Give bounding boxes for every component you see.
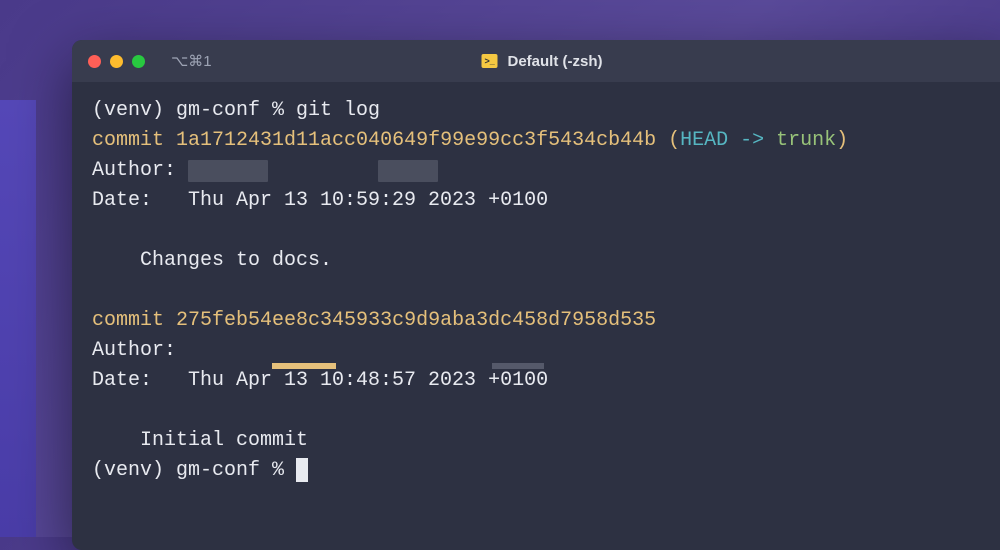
commit-message: Changes to docs. (140, 249, 332, 272)
terminal-icon: >_ (482, 54, 498, 68)
ref-close: ) (836, 129, 848, 152)
command-text: git log (296, 99, 380, 122)
message-indent (92, 429, 140, 452)
author-label: Author: (92, 339, 176, 362)
shell-prompt: (venv) gm-conf % (92, 459, 296, 482)
redaction-highlight (492, 363, 544, 369)
close-button[interactable] (88, 55, 101, 68)
window-title-text: Default (-zsh) (508, 53, 603, 70)
tab-shortcut-label: ⌥⌘1 (171, 52, 212, 70)
author-label: Author: (92, 159, 188, 182)
ref-open: ( (656, 129, 680, 152)
window-titlebar[interactable]: ⌥⌘1 >_ Default (-zsh) (72, 40, 1000, 82)
date-value: Thu Apr 13 10:48:57 2023 +0100 (188, 369, 548, 392)
head-ref: HEAD -> (680, 129, 776, 152)
commit-label: commit (92, 309, 164, 332)
date-label: Date: (92, 189, 188, 212)
redaction-highlight (272, 363, 336, 369)
terminal-window: ⌥⌘1 >_ Default (-zsh) (venv) gm-conf % g… (72, 40, 1000, 550)
minimize-button[interactable] (110, 55, 123, 68)
date-label: Date: (92, 369, 188, 392)
window-title: >_ Default (-zsh) (482, 53, 603, 70)
commit-message: Initial commit (140, 429, 308, 452)
message-indent (92, 249, 140, 272)
shell-prompt: (venv) gm-conf % (92, 99, 296, 122)
traffic-lights (88, 55, 145, 68)
branch-name: trunk (776, 129, 836, 152)
commit-label: commit (92, 129, 164, 152)
commit-hash: 1a1712431d11acc040649f99e99cc3f5434cb44b (176, 129, 656, 152)
desktop-background (0, 100, 36, 537)
maximize-button[interactable] (132, 55, 145, 68)
date-value: Thu Apr 13 10:59:29 2023 +0100 (188, 189, 548, 212)
commit-hash: 275feb54ee8c345933c9d9aba3dc458d7958d535 (176, 309, 656, 332)
redacted-author-email (378, 160, 438, 182)
cursor (296, 458, 308, 482)
terminal-output[interactable]: (venv) gm-conf % git log commit 1a1712431… (72, 82, 1000, 500)
redacted-author (188, 160, 268, 182)
